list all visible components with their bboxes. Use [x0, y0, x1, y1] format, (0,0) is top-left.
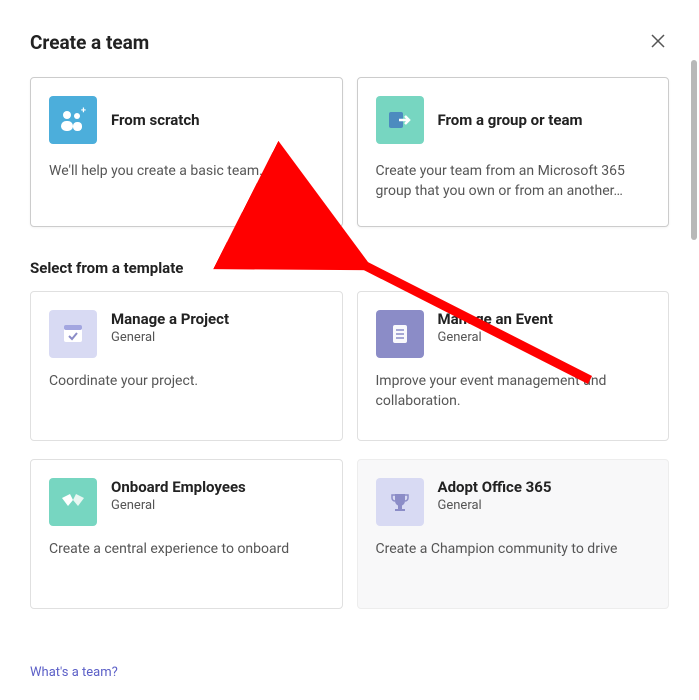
template-section-heading: Select from a template: [0, 245, 699, 291]
card-subtitle: General: [438, 330, 554, 345]
card-title: From scratch: [111, 111, 200, 129]
card-subtitle: General: [111, 498, 246, 513]
close-icon[interactable]: [647, 28, 669, 57]
card-description: Coordinate your project.: [49, 372, 324, 392]
card-title: Manage an Event: [438, 310, 554, 328]
card-description: We'll help you create a basic team.: [49, 162, 324, 182]
handshake-icon: [49, 478, 97, 526]
manage-project-card[interactable]: Manage a Project General Coordinate your…: [30, 291, 343, 441]
template-card-row: Onboard Employees General Create a centr…: [0, 459, 699, 627]
card-title: Manage a Project: [111, 310, 229, 328]
card-subtitle: General: [438, 498, 552, 513]
checklist-icon: [376, 310, 424, 358]
manage-event-card[interactable]: Manage an Event General Improve your eve…: [357, 291, 670, 441]
template-card-row: Manage a Project General Coordinate your…: [0, 291, 699, 459]
dialog-title: Create a team: [30, 31, 149, 54]
svg-text:+: +: [81, 107, 86, 116]
from-group-card[interactable]: From a group or team Create your team fr…: [357, 77, 670, 227]
group-arrow-icon: [376, 96, 424, 144]
scrollbar-thumb[interactable]: [691, 60, 697, 240]
card-description: Create a central experience to onboard: [49, 540, 324, 560]
card-subtitle: General: [111, 330, 229, 345]
card-description: Create your team from an Microsoft 365 g…: [376, 162, 651, 201]
card-title: From a group or team: [438, 111, 583, 129]
calendar-check-icon: [49, 310, 97, 358]
onboard-employees-card[interactable]: Onboard Employees General Create a centr…: [30, 459, 343, 609]
adopt-office365-card[interactable]: Adopt Office 365 General Create a Champi…: [357, 459, 670, 609]
dialog-header: Create a team: [0, 0, 699, 77]
card-title: Onboard Employees: [111, 478, 246, 496]
primary-card-row: + From scratch We'll help you create a b…: [0, 77, 699, 245]
card-description: Create a Champion community to drive: [376, 540, 651, 560]
people-plus-icon: +: [49, 96, 97, 144]
whats-a-team-link[interactable]: What's a team?: [30, 665, 118, 680]
from-scratch-card[interactable]: + From scratch We'll help you create a b…: [30, 77, 343, 227]
trophy-icon: [376, 478, 424, 526]
card-title: Adopt Office 365: [438, 478, 552, 496]
card-description: Improve your event management and collab…: [376, 372, 651, 411]
